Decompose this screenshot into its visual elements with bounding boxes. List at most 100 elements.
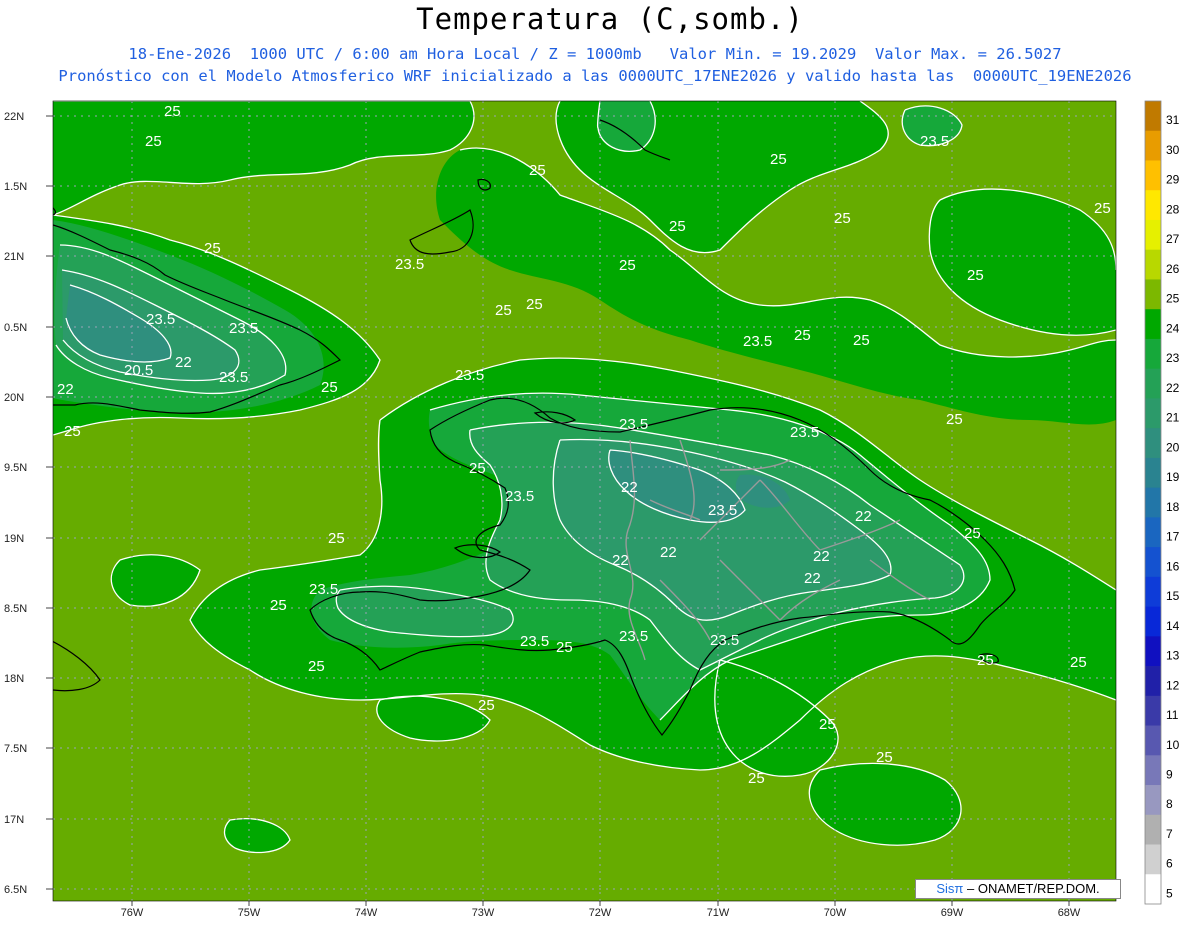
colorbar: 31 30 29 28 27 26 25 24 23 22 21 20 19 18 17 16 15 14 13 12… — [1144, 100, 1180, 905]
colorbar-swatch — [1145, 130, 1161, 161]
colorbar-label: 7 — [1166, 827, 1173, 841]
contour-label: 25 — [529, 162, 546, 179]
contour-label: 25 — [478, 697, 495, 714]
contour-label: 25 — [526, 296, 543, 313]
contour-label: 23.5 — [619, 628, 648, 645]
contour-label: 23.5 — [520, 633, 549, 650]
colorbar-label: 13 — [1166, 649, 1180, 663]
colorbar-label: 17 — [1166, 530, 1180, 544]
colorbar-swatch — [1145, 279, 1161, 310]
colorbar-label: 5 — [1166, 886, 1173, 900]
contour-label: 25 — [164, 103, 181, 120]
colorbar-label: 23 — [1166, 351, 1180, 365]
colorbar-swatch — [1145, 547, 1161, 578]
contour-label: 23.5 — [455, 367, 484, 384]
contour-label: 25 — [469, 460, 486, 477]
contour-label: 25 — [794, 327, 811, 344]
contour-label: 22 — [804, 570, 821, 587]
colorbar-swatch — [1145, 219, 1161, 251]
colorbar-swatch — [1145, 666, 1161, 697]
colorbar-swatch — [1145, 874, 1161, 905]
colorbar-swatch — [1145, 160, 1161, 191]
colorbar-label: 29 — [1166, 173, 1180, 187]
longitude-axis: 76W 75W 74W 73W 72W 71W 70W 69W 68W — [121, 901, 1081, 919]
lon-label: 70W — [824, 907, 847, 919]
colorbar-label: 15 — [1166, 589, 1180, 603]
colorbar-swatch — [1145, 368, 1161, 399]
contour-label: 20.5 — [124, 362, 153, 379]
contour-label: 25 — [834, 210, 851, 227]
run-info: 18-Ene-2026 1000 UTC / 6:00 am Hora Loca… — [128, 45, 1062, 63]
colorbar-label: 18 — [1166, 500, 1180, 514]
contour-label: 22 — [855, 508, 872, 525]
colorbar-label: 28 — [1166, 202, 1180, 216]
colorbar-swatch — [1145, 101, 1161, 132]
contour-label: 25 — [64, 423, 81, 440]
lat-label: 21N — [4, 251, 24, 263]
colorbar-swatch — [1145, 606, 1161, 637]
colorbar-swatch — [1145, 249, 1161, 280]
lon-label: 68W — [1058, 907, 1081, 919]
contour-label: 25 — [977, 652, 994, 669]
contour-label: 22 — [621, 479, 638, 496]
colorbar-swatch — [1145, 517, 1161, 548]
colorbar-swatch — [1145, 755, 1161, 786]
lat-label: 17N — [4, 814, 24, 826]
colorbar-label: 19 — [1166, 470, 1180, 484]
lon-label: 72W — [589, 907, 612, 919]
colorbar-label: 26 — [1166, 262, 1180, 276]
colorbar-label: 31 — [1166, 113, 1180, 127]
contour-label: 25 — [1094, 200, 1111, 217]
lat-label: 9.5N — [4, 462, 27, 474]
contour-label: 22 — [813, 548, 830, 565]
lon-label: 74W — [355, 907, 378, 919]
lon-label: 76W — [121, 907, 144, 919]
contour-label: 23.5 — [790, 424, 819, 441]
contour-label: 25 — [876, 749, 893, 766]
colorbar-label: 24 — [1166, 321, 1180, 335]
contour-label: 25 — [619, 257, 636, 274]
contour-label: 25 — [967, 267, 984, 284]
contour-label: 25 — [204, 240, 221, 257]
colorbar-swatch — [1145, 695, 1161, 726]
colorbar-swatch — [1145, 844, 1161, 875]
contour-label: 23.5 — [146, 311, 175, 328]
colorbar-swatch — [1145, 636, 1161, 667]
colorbar-swatch — [1145, 398, 1161, 429]
contour-label: 25 — [748, 770, 765, 787]
colorbar-label: 9 — [1166, 767, 1173, 781]
contour-label: 23.5 — [229, 320, 258, 337]
contour-label: 22 — [57, 381, 74, 398]
forecast-map: 22N 1.5N 21N 0.5N 20N 9.5N 19N 8.5N 18N … — [4, 100, 1180, 919]
lat-label: 1.5N — [4, 181, 27, 193]
lon-label: 69W — [941, 907, 964, 919]
contour-label: 25 — [270, 597, 287, 614]
model-info: Pronóstico con el Modelo Atmosferico WRF… — [58, 67, 1132, 85]
contour-label: 25 — [819, 716, 836, 733]
colorbar-label: 21 — [1166, 411, 1180, 425]
lat-label: 22N — [4, 111, 24, 123]
lon-label: 71W — [707, 907, 730, 919]
chart-title: Temperatura (C,somb.) — [416, 2, 804, 36]
colorbar-label: 16 — [1166, 559, 1180, 573]
contour-label: 25 — [946, 411, 963, 428]
contour-label: 25 — [964, 525, 981, 542]
colorbar-swatch — [1145, 576, 1161, 607]
contour-label: 25 — [669, 218, 686, 235]
contour-label: 25 — [1070, 654, 1087, 671]
contour-label: 25 — [328, 530, 345, 547]
credit-text: – ONAMET/REP.DOM. — [966, 881, 1100, 896]
colorbar-label: 11 — [1166, 708, 1179, 722]
colorbar-swatch — [1145, 428, 1161, 459]
colorbar-swatch — [1145, 487, 1161, 518]
sis-logo-text: Sisπ — [936, 881, 964, 896]
lat-label: 8.5N — [4, 603, 27, 615]
colorbar-swatch — [1145, 338, 1161, 370]
contour-label: 25 — [853, 332, 870, 349]
lon-label: 73W — [472, 907, 495, 919]
colorbar-swatch — [1145, 725, 1161, 756]
colorbar-label: 27 — [1166, 232, 1180, 246]
contour-label: 23.5 — [309, 581, 338, 598]
contour-label: 23.5 — [395, 256, 424, 273]
contour-label: 23.5 — [505, 488, 534, 505]
